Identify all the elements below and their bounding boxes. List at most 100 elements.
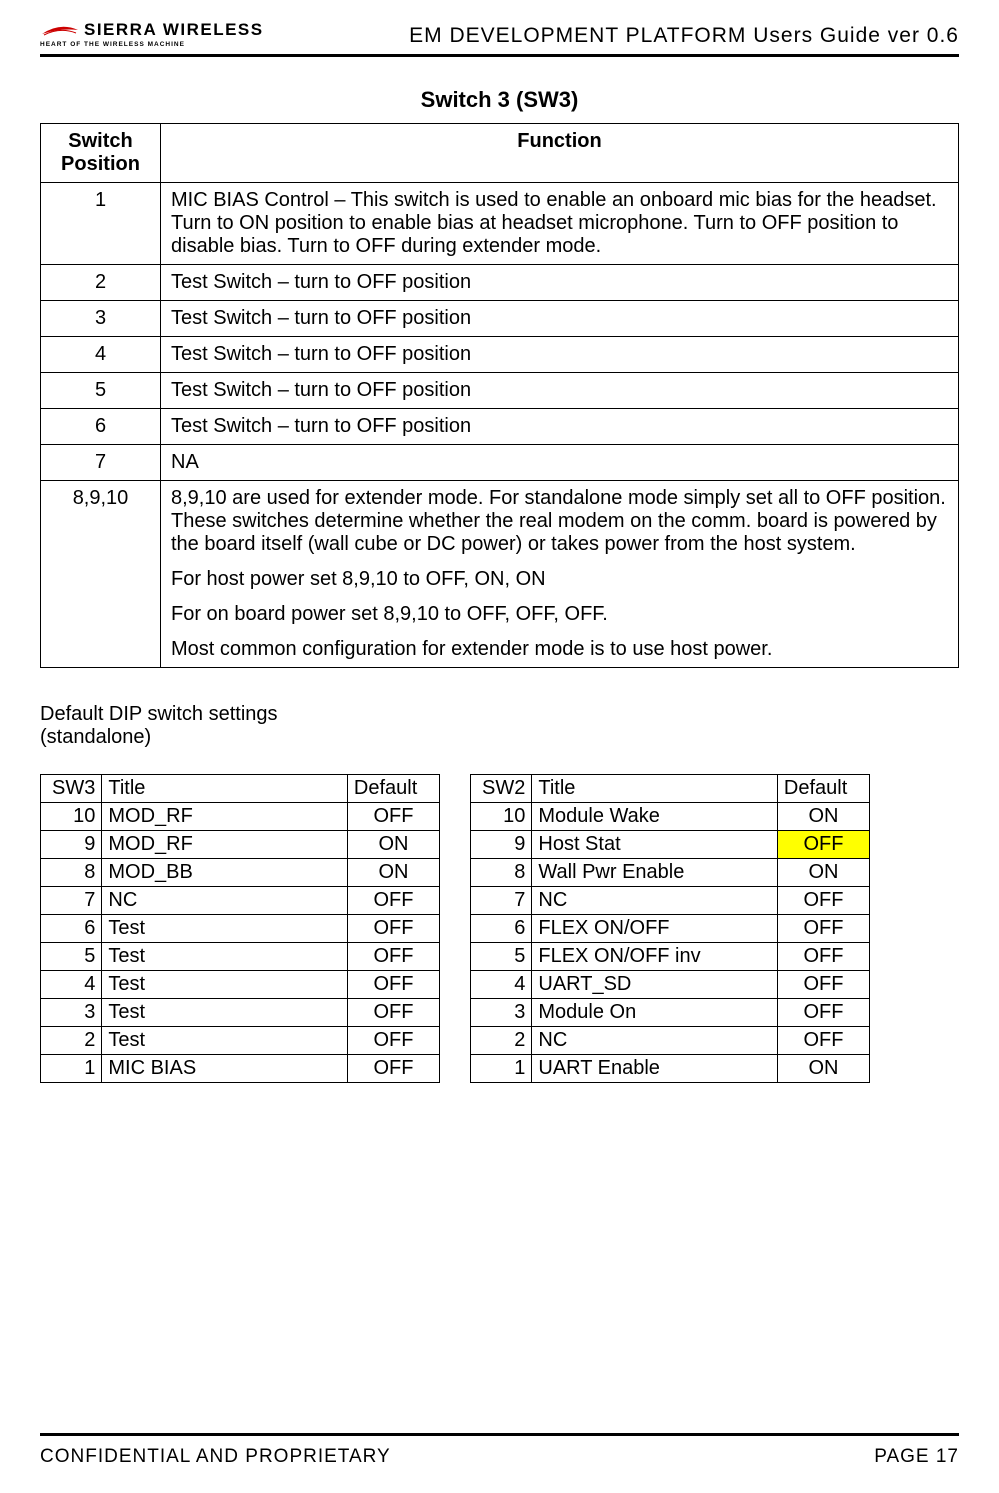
dip-default: OFF	[347, 943, 439, 971]
dip-row: 3Module OnOFF	[471, 999, 870, 1027]
function-paragraph: Test Switch – turn to OFF position	[171, 343, 948, 366]
switch-function: Test Switch – turn to OFF position	[161, 301, 959, 337]
logo-name: SIERRA WIRELESS	[40, 20, 264, 40]
switch-function: Test Switch – turn to OFF position	[161, 265, 959, 301]
switch-function: NA	[161, 445, 959, 481]
dip-title: Test	[102, 1027, 348, 1055]
swoosh-icon	[40, 24, 80, 36]
dip-title: Host Stat	[532, 831, 778, 859]
sw2-code: SW2	[471, 775, 532, 803]
logo: SIERRA WIRELESS HEART OF THE WIRELESS MA…	[40, 20, 264, 48]
switch-position: 1	[41, 183, 161, 265]
switch-position: 7	[41, 445, 161, 481]
dip-number: 2	[471, 1027, 532, 1055]
dip-number: 8	[41, 859, 102, 887]
sw3-title-hdr: Title	[102, 775, 348, 803]
sw2-table: SW2 Title Default 10Module WakeON9Host S…	[470, 774, 870, 1083]
switch-function: 8,9,10 are used for extender mode. For s…	[161, 481, 959, 668]
document-title: EM DEVELOPMENT PLATFORM Users Guide ver …	[409, 24, 959, 48]
dip-number: 5	[41, 943, 102, 971]
footer-row: CONFIDENTIAL AND PROPRIETARY PAGE 17	[40, 1446, 959, 1468]
sw3-table: SW3 Title Default 10MOD_RFOFF9MOD_RFON8M…	[40, 774, 440, 1083]
dip-title: MOD_RF	[102, 803, 348, 831]
sw2-def-hdr: Default	[777, 775, 869, 803]
dip-row: 8Wall Pwr EnableON	[471, 859, 870, 887]
dip-default: OFF	[347, 803, 439, 831]
page-header: SIERRA WIRELESS HEART OF THE WIRELESS MA…	[40, 20, 959, 54]
header-rule	[40, 54, 959, 57]
dip-row: 9MOD_RFON	[41, 831, 440, 859]
function-paragraph: MIC BIAS Control – This switch is used t…	[171, 189, 948, 258]
function-paragraph: Test Switch – turn to OFF position	[171, 415, 948, 438]
dip-default: OFF	[777, 1027, 869, 1055]
dip-default: OFF	[347, 1055, 439, 1083]
table-row: 5Test Switch – turn to OFF position	[41, 373, 959, 409]
dip-row: 5TestOFF	[41, 943, 440, 971]
dip-row: 5FLEX ON/OFF invOFF	[471, 943, 870, 971]
dip-title: FLEX ON/OFF inv	[532, 943, 778, 971]
switch-position: 4	[41, 337, 161, 373]
dip-title: NC	[532, 1027, 778, 1055]
caption-line-1: Default DIP switch settings	[40, 703, 959, 726]
dip-title: NC	[102, 887, 348, 915]
function-paragraph: NA	[171, 451, 948, 474]
logo-text: SIERRA WIRELESS	[84, 20, 264, 40]
dip-title: FLEX ON/OFF	[532, 915, 778, 943]
dip-row: 3TestOFF	[41, 999, 440, 1027]
function-paragraph: For on board power set 8,9,10 to OFF, OF…	[171, 603, 948, 626]
dip-number: 10	[41, 803, 102, 831]
footer-right: PAGE 17	[874, 1446, 959, 1468]
dip-default: ON	[777, 859, 869, 887]
dip-number: 10	[471, 803, 532, 831]
dip-number: 3	[41, 999, 102, 1027]
dip-default: OFF	[777, 943, 869, 971]
dip-row: 2TestOFF	[41, 1027, 440, 1055]
dip-number: 4	[471, 971, 532, 999]
switch-position: 5	[41, 373, 161, 409]
switch-function: Test Switch – turn to OFF position	[161, 337, 959, 373]
dip-default: OFF	[777, 999, 869, 1027]
dip-row: 8MOD_BBON	[41, 859, 440, 887]
switch-function: Test Switch – turn to OFF position	[161, 409, 959, 445]
page-footer: CONFIDENTIAL AND PROPRIETARY PAGE 17	[40, 1433, 959, 1468]
dip-row: 10MOD_RFOFF	[41, 803, 440, 831]
dip-number: 9	[41, 831, 102, 859]
dip-title: NC	[532, 887, 778, 915]
dip-title: MIC BIAS	[102, 1055, 348, 1083]
dip-default: OFF	[347, 887, 439, 915]
dip-number: 7	[471, 887, 532, 915]
switch-position: 8,9,10	[41, 481, 161, 668]
table-row: 8,9,108,9,10 are used for extender mode.…	[41, 481, 959, 668]
function-paragraph: Most common configuration for extender m…	[171, 638, 948, 661]
dip-title: Test	[102, 971, 348, 999]
dip-number: 3	[471, 999, 532, 1027]
header-function: Function	[161, 124, 959, 183]
dip-number: 5	[471, 943, 532, 971]
dip-title: UART_SD	[532, 971, 778, 999]
dip-title: Test	[102, 999, 348, 1027]
dip-title: Module Wake	[532, 803, 778, 831]
dip-default: OFF	[777, 831, 869, 859]
dip-default: ON	[777, 1055, 869, 1083]
dip-default: OFF	[777, 887, 869, 915]
dip-row: 9Host StatOFF	[471, 831, 870, 859]
dip-title: Module On	[532, 999, 778, 1027]
dip-caption: Default DIP switch settings (standalone)	[40, 703, 959, 749]
dip-row: 1UART EnableON	[471, 1055, 870, 1083]
footer-left: CONFIDENTIAL AND PROPRIETARY	[40, 1446, 391, 1468]
switch-position: 6	[41, 409, 161, 445]
dip-row: 2NCOFF	[471, 1027, 870, 1055]
dip-row: 1MIC BIASOFF	[41, 1055, 440, 1083]
switch-function: Test Switch – turn to OFF position	[161, 373, 959, 409]
sw3-header: SW3 Title Default	[41, 775, 440, 803]
dip-default: OFF	[777, 971, 869, 999]
table-row: 1MIC BIAS Control – This switch is used …	[41, 183, 959, 265]
table-row: 4 Test Switch – turn to OFF position	[41, 337, 959, 373]
dip-row: 6FLEX ON/OFFOFF	[471, 915, 870, 943]
switch-function: MIC BIAS Control – This switch is used t…	[161, 183, 959, 265]
dip-number: 6	[471, 915, 532, 943]
caption-line-2: (standalone)	[40, 726, 959, 749]
section-title: Switch 3 (SW3)	[40, 87, 959, 113]
dip-title: UART Enable	[532, 1055, 778, 1083]
dip-title: MOD_RF	[102, 831, 348, 859]
